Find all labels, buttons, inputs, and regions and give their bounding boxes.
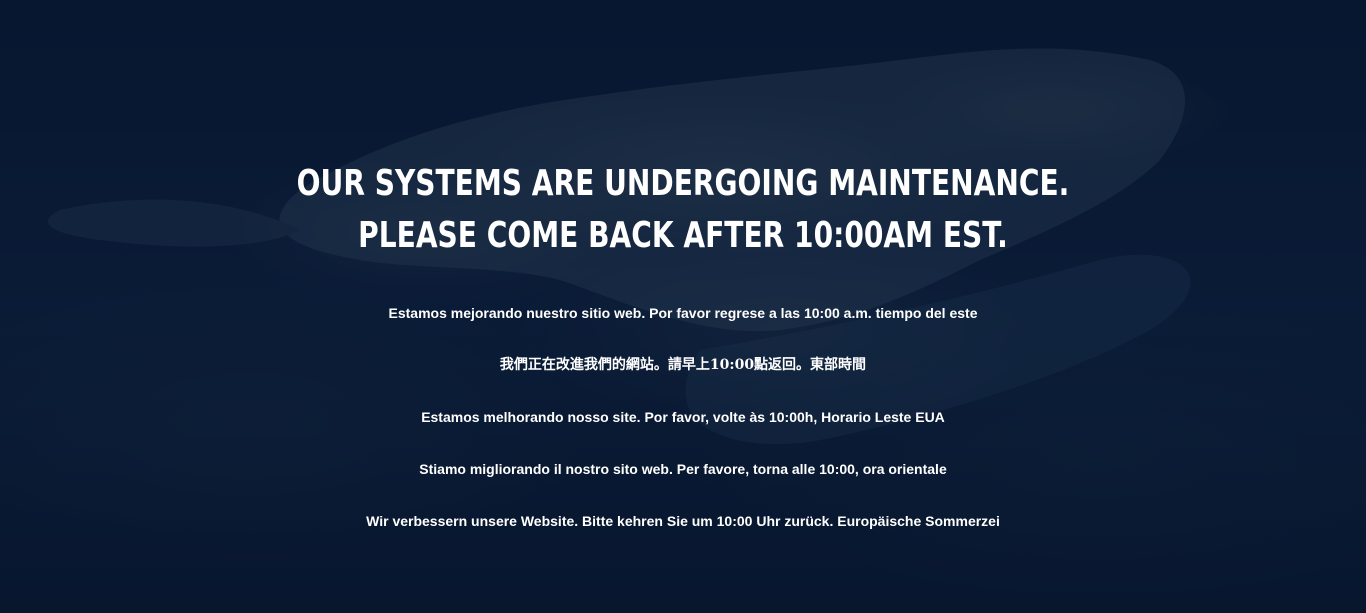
headline-line-1: OUR SYSTEMS ARE UNDERGOING MAINTENANCE. [296,163,1070,204]
message-german: Wir verbessern unsere Website. Bitte keh… [366,513,1000,529]
message-italian: Stiamo migliorando il nostro sito web. P… [419,461,947,477]
headline-line-2: PLEASE COME BACK AFTER 10:00AM EST. [358,215,1008,256]
message-chinese: 我們正在改進我們的網站。請早上10:00點返回。東部時間 [499,357,867,373]
maintenance-headline: OUR SYSTEMS ARE UNDERGOING MAINTENANCE. … [150,158,1215,262]
message-spanish: Estamos mejorando nuestro sitio web. Por… [388,305,978,321]
maintenance-notice: OUR SYSTEMS ARE UNDERGOING MAINTENANCE. … [0,0,1366,613]
message-portuguese: Estamos melhorando nosso site. Por favor… [421,409,945,425]
